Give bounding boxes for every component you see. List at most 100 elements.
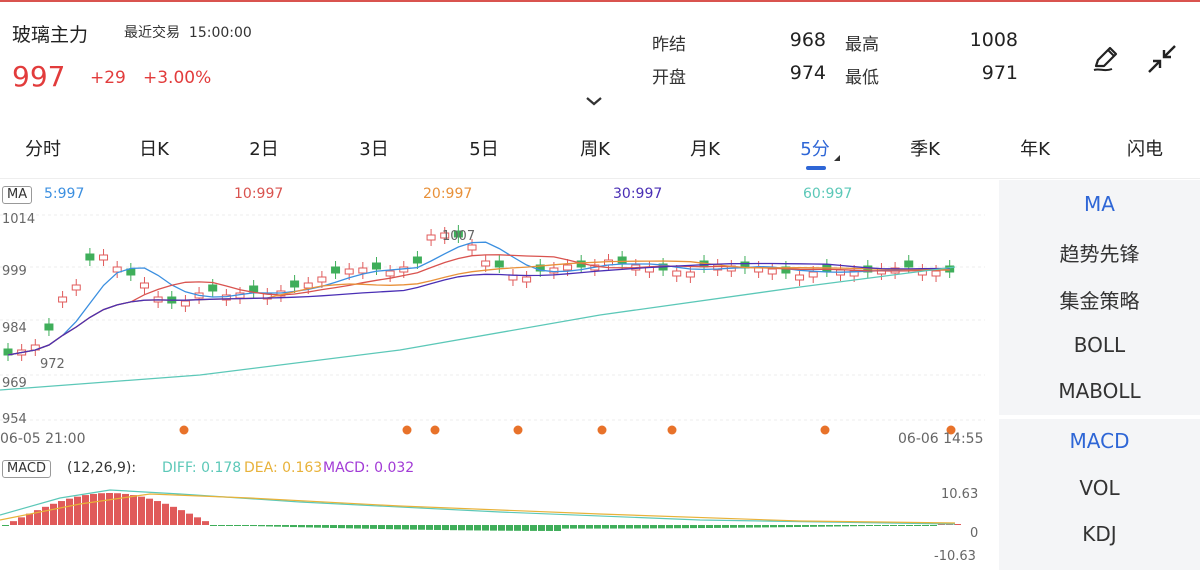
- candle: [180, 300, 190, 307]
- macd-bar: [290, 525, 297, 528]
- tab-2day[interactable]: 2日: [249, 135, 278, 161]
- macd-bar: [514, 525, 521, 531]
- macd-bar: [610, 525, 617, 529]
- candle: [685, 271, 695, 278]
- macd-bar: [546, 525, 553, 531]
- macd-bar: [722, 525, 729, 528]
- macd-bar: [58, 501, 65, 525]
- indicator-macd[interactable]: MACD: [999, 429, 1200, 453]
- macd-bar: [562, 525, 569, 529]
- signal-dot: [430, 425, 440, 435]
- candle: [71, 284, 81, 291]
- time-axis-end: 06-06 14:55: [898, 431, 984, 447]
- tab-3day[interactable]: 3日: [359, 135, 388, 161]
- indicator-trend[interactable]: 趋势先锋: [999, 238, 1200, 267]
- macd-bar: [170, 506, 177, 525]
- macd-bar: [770, 525, 777, 528]
- recent-trade-label: 最近交易 15:00:00: [124, 25, 252, 41]
- macd-bar: [954, 524, 961, 525]
- candle: [795, 274, 805, 281]
- macd-bar: [66, 498, 73, 525]
- macd-bar: [714, 525, 721, 528]
- macd-bar: [810, 525, 817, 527]
- signal-dot: [179, 425, 189, 435]
- macd-bar: [554, 525, 561, 531]
- tab-flash[interactable]: 闪电: [1127, 135, 1163, 161]
- candle: [767, 268, 777, 275]
- indicator-fund-strategy[interactable]: 集金策略: [999, 285, 1200, 314]
- indicator-boll[interactable]: BOLL: [999, 333, 1200, 357]
- tab-5day[interactable]: 5日: [469, 135, 498, 161]
- tab-year-k[interactable]: 年K: [1020, 135, 1050, 161]
- price-axis-label: 1014: [2, 212, 36, 227]
- candle: [371, 262, 381, 270]
- candle: [331, 266, 341, 274]
- macd-bar: [818, 525, 825, 527]
- low-value: 971: [981, 62, 1018, 84]
- macd-dea: DEA: 0.163: [244, 460, 323, 476]
- tab-quarter-k[interactable]: 季K: [910, 135, 940, 161]
- collapse-icon[interactable]: [1145, 42, 1179, 76]
- ma-badge[interactable]: MA: [2, 186, 33, 204]
- candle: [522, 276, 532, 283]
- macd-bar: [522, 525, 529, 531]
- draw-pen-icon[interactable]: [1090, 42, 1122, 74]
- macd-bar: [426, 525, 433, 530]
- macd-axis-label: -10.63: [934, 549, 976, 564]
- macd-bar: [778, 525, 785, 528]
- macd-bar: [570, 525, 577, 529]
- tab-dropdown-triangle-icon[interactable]: [834, 155, 840, 161]
- macd-bar: [50, 503, 57, 525]
- signal-dot: [667, 425, 677, 435]
- macd-bar: [626, 525, 633, 529]
- macd-bar: [578, 525, 585, 529]
- candle: [617, 256, 627, 264]
- macd-bar: [122, 493, 129, 525]
- macd-bar: [594, 525, 601, 529]
- macd-bar: [394, 525, 401, 530]
- macd-bar: [834, 525, 841, 527]
- tab-intraday[interactable]: 分时: [25, 135, 61, 161]
- candle: [44, 323, 54, 331]
- tab-month-k[interactable]: 月K: [690, 135, 720, 161]
- candle: [317, 276, 327, 283]
- indicator-kdj[interactable]: KDJ: [999, 522, 1200, 546]
- indicator-vol[interactable]: VOL: [999, 476, 1200, 500]
- candle: [139, 282, 149, 289]
- price-axis-label: 969: [2, 376, 27, 391]
- signal-dot: [597, 425, 607, 435]
- candle: [303, 282, 313, 289]
- candle: [85, 253, 95, 261]
- indicator-ma[interactable]: MA: [999, 192, 1200, 216]
- candle: [385, 270, 395, 277]
- macd-bar: [666, 525, 673, 529]
- indicator-maboll[interactable]: MABOLL: [999, 379, 1200, 403]
- macd-bar: [90, 493, 97, 525]
- instrument-title: 玻璃主力: [12, 24, 89, 46]
- macd-bar: [890, 525, 897, 526]
- macd-bar: [410, 525, 417, 530]
- macd-axis-label: 10.63: [941, 487, 979, 502]
- macd-bar: [242, 525, 249, 526]
- macd-bar: [266, 525, 273, 527]
- macd-bar: [186, 513, 193, 525]
- macd-chart[interactable]: [0, 480, 985, 570]
- expand-chevron-icon[interactable]: [585, 96, 603, 106]
- macd-bar: [602, 525, 609, 529]
- macd-bar: [490, 525, 497, 531]
- kline-chart[interactable]: [0, 205, 985, 430]
- macd-bar: [346, 525, 353, 529]
- tab-day-k[interactable]: 日K: [139, 135, 169, 161]
- macd-bar: [434, 525, 441, 530]
- tabs-divider: [0, 178, 1200, 179]
- macd-bar: [154, 501, 161, 525]
- tab-week-k[interactable]: 周K: [580, 135, 610, 161]
- macd-bar: [298, 525, 305, 528]
- macd-bar: [370, 525, 377, 529]
- macd-badge[interactable]: MACD: [2, 460, 51, 478]
- candle: [358, 267, 368, 274]
- ma10-value: 10:997: [234, 186, 284, 202]
- tab-5min[interactable]: 5分: [800, 135, 829, 161]
- macd-bar: [2, 525, 9, 526]
- ma20-value: 20:997: [423, 186, 473, 202]
